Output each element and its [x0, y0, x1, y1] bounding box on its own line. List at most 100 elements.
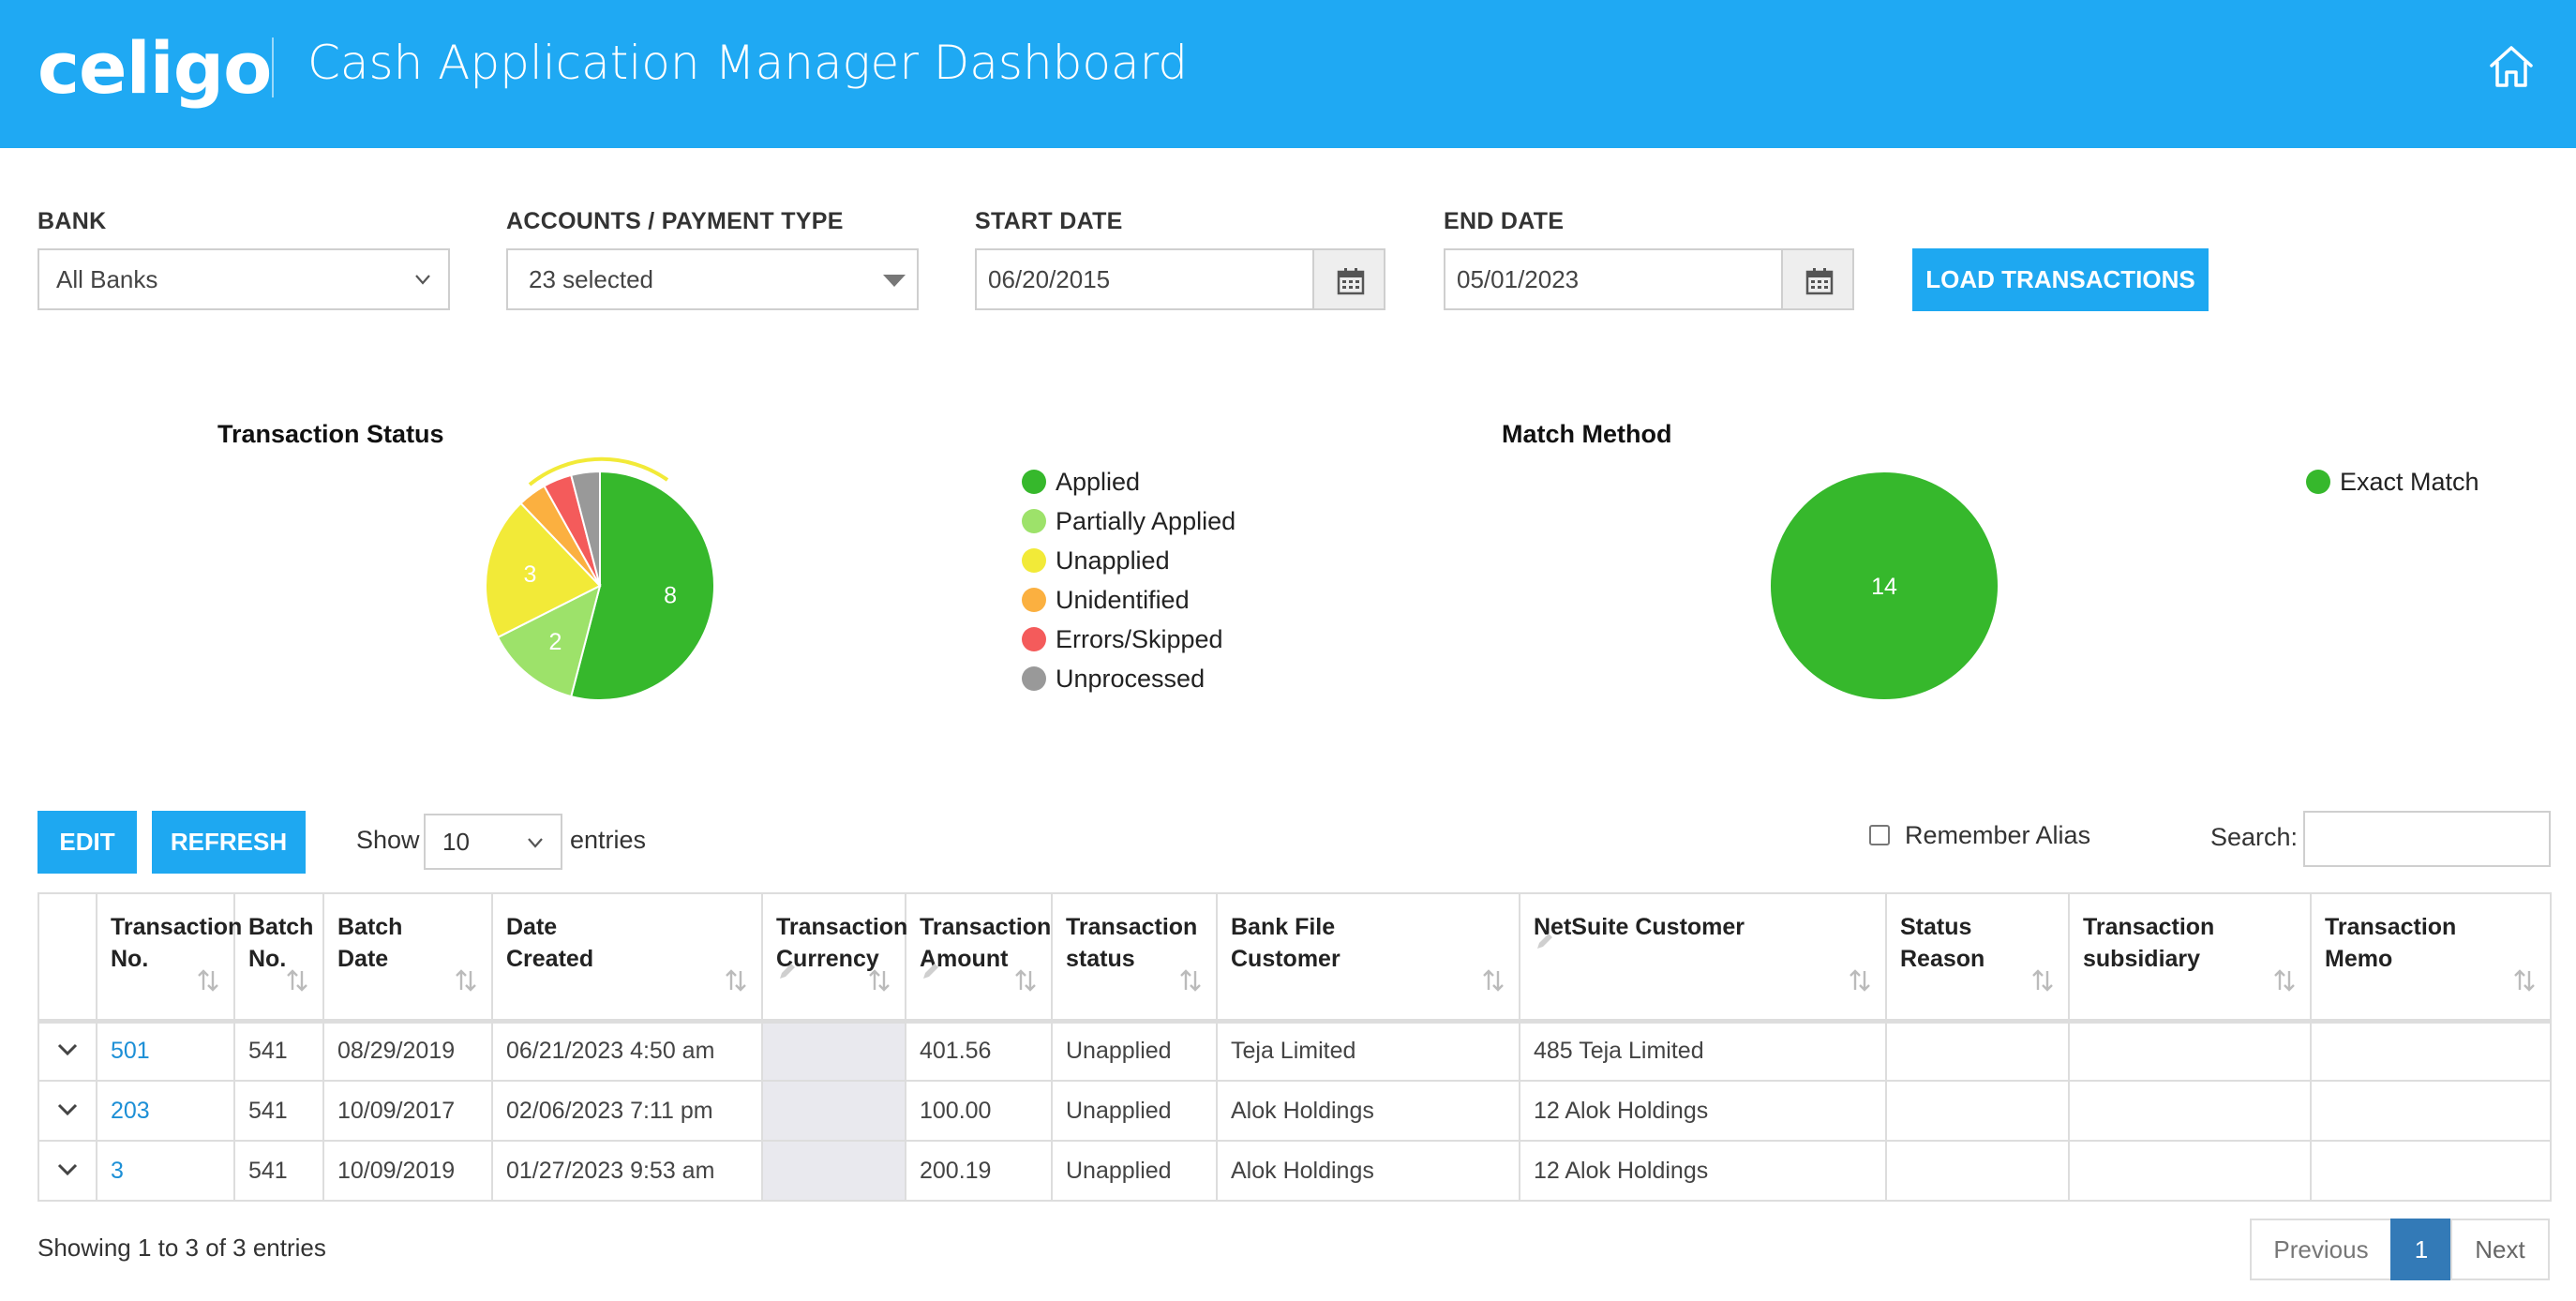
transaction-link[interactable]: 501 [111, 1038, 150, 1064]
expand-row-toggle[interactable] [37, 1140, 97, 1202]
end-date-label: END DATE [1444, 208, 1565, 234]
legend-dot [1022, 588, 1046, 612]
currency-cell[interactable] [761, 1140, 906, 1202]
accounts-multiselect[interactable]: 23 selected [506, 248, 919, 310]
bank-customer-cell: Alok Holdings [1216, 1080, 1520, 1142]
expand-row-toggle[interactable] [37, 1020, 97, 1082]
batch-no-cell: 541 [233, 1140, 324, 1202]
status-slice-label: 8 [664, 583, 677, 609]
col-date-created[interactable]: Date Created [491, 892, 763, 1024]
col-netsuite-customer[interactable]: NetSuite Customer [1519, 892, 1887, 1024]
entries-per-page-select[interactable]: 10 [424, 814, 562, 870]
col-transaction-no[interactable]: Transaction No. [96, 892, 242, 1024]
next-page-button[interactable]: Next [2450, 1219, 2550, 1280]
sort-icon[interactable] [1481, 967, 1505, 1002]
chevron-down-icon[interactable] [55, 1038, 80, 1064]
legend-dot [1022, 627, 1046, 651]
batch-date-cell: 08/29/2019 [322, 1020, 493, 1082]
col-transaction-memo[interactable]: Transaction Memo [2310, 892, 2552, 1024]
remember-alias-checkbox[interactable] [1869, 825, 1890, 845]
app-header: celigo Cash Application Manager Dashboar… [0, 0, 2576, 148]
amount-cell[interactable]: 200.19 [905, 1140, 1053, 1202]
search-input[interactable] [2303, 811, 2551, 867]
col-bank-file-customer[interactable]: Bank File Customer [1216, 892, 1520, 1024]
subsidiary-cell [2068, 1020, 2312, 1082]
transaction-link[interactable]: 203 [111, 1098, 150, 1124]
accounts-select-value: 23 selected [529, 265, 653, 293]
memo-cell [2310, 1020, 2552, 1082]
sort-icon[interactable] [1178, 967, 1203, 1002]
col-transaction-status[interactable]: Transaction status [1051, 892, 1218, 1024]
netsuite-customer-cell[interactable]: 12 Alok Holdings [1519, 1140, 1887, 1202]
end-date-input[interactable]: 05/01/2023 [1444, 248, 1783, 310]
load-transactions-button[interactable]: LOAD TRANSACTIONS [1912, 248, 2209, 311]
legend-label: Partially Applied [1056, 507, 1236, 535]
table-row: 501 541 08/29/2019 06/21/2023 4:50 am 40… [37, 1020, 2552, 1082]
col-batch-date[interactable]: Batch Date [322, 892, 493, 1024]
end-date-calendar-button[interactable] [1781, 248, 1854, 310]
currency-cell[interactable] [761, 1020, 906, 1082]
col-transaction-subsidiary[interactable]: Transaction subsidiary [2068, 892, 2312, 1024]
currency-cell[interactable] [761, 1080, 906, 1142]
legend-dot [2306, 470, 2330, 494]
legend-dot [1022, 548, 1046, 573]
bank-label: BANK [37, 208, 107, 234]
refresh-button[interactable]: REFRESH [152, 811, 306, 874]
showing-entries-text: Showing 1 to 3 of 3 entries [37, 1234, 326, 1262]
accounts-label: ACCOUNTS / PAYMENT TYPE [506, 208, 844, 234]
page-title: Cash Application Manager Dashboard [307, 36, 1189, 90]
sort-icon[interactable] [196, 967, 220, 1002]
amount-cell[interactable]: 401.56 [905, 1020, 1053, 1082]
col-transaction-amount[interactable]: Transaction Amount [905, 892, 1053, 1024]
transaction-link[interactable]: 3 [111, 1158, 124, 1184]
entries-label: entries [570, 826, 647, 854]
start-date-label: START DATE [975, 208, 1123, 234]
netsuite-customer-cell[interactable]: 12 Alok Holdings [1519, 1080, 1887, 1142]
netsuite-customer-cell[interactable]: 485 Teja Limited [1519, 1020, 1887, 1082]
batch-date-cell: 10/09/2017 [322, 1080, 493, 1142]
previous-page-button[interactable]: Previous [2250, 1219, 2392, 1280]
col-batch-no[interactable]: Batch No. [233, 892, 324, 1024]
start-date-input[interactable]: 06/20/2015 [975, 248, 1314, 310]
celigo-logo[interactable]: celigo [37, 26, 272, 110]
chevron-down-icon[interactable] [55, 1098, 80, 1124]
start-date-calendar-button[interactable] [1312, 248, 1385, 310]
amount-cell[interactable]: 100.00 [905, 1080, 1053, 1142]
sort-icon[interactable] [1013, 967, 1038, 1002]
legend-label: Unapplied [1056, 546, 1170, 575]
transactions-table: Transaction No. Batch No. Batch Date Date Cr… [37, 892, 2552, 1202]
sort-icon[interactable] [724, 967, 748, 1002]
batch-no-cell: 541 [233, 1080, 324, 1142]
subsidiary-cell [2068, 1080, 2312, 1142]
calendar-icon [1337, 268, 1365, 295]
home-icon[interactable] [2486, 41, 2537, 92]
page-1-button[interactable]: 1 [2390, 1219, 2452, 1280]
expand-row-toggle[interactable] [37, 1080, 97, 1142]
sort-icon[interactable] [2512, 967, 2537, 1002]
legend-label: Unidentified [1056, 586, 1190, 614]
edit-button[interactable]: EDIT [37, 811, 137, 874]
sort-icon[interactable] [454, 967, 478, 1002]
sort-icon[interactable] [2272, 967, 2297, 1002]
status-cell: Unapplied [1051, 1140, 1218, 1202]
status-slice-label: 2 [549, 629, 562, 655]
date-created-cell: 06/21/2023 4:50 am [491, 1020, 763, 1082]
legend-label: Errors/Skipped [1056, 625, 1223, 653]
col-transaction-currency[interactable]: Transaction Currency [761, 892, 907, 1024]
sort-icon[interactable] [1848, 967, 1872, 1002]
status-cell: Unapplied [1051, 1020, 1218, 1082]
status-reason-cell [1885, 1020, 2070, 1082]
sort-icon[interactable] [867, 967, 891, 1002]
bank-select[interactable]: All Banks [37, 248, 450, 310]
pencil-icon [920, 959, 942, 991]
chevron-down-icon[interactable] [55, 1158, 80, 1184]
memo-cell [2310, 1080, 2552, 1142]
show-label: Show [356, 826, 420, 854]
match-method-chart-title: Match Method [1502, 420, 1672, 448]
col-status-reason[interactable]: Status Reason [1885, 892, 2070, 1024]
sort-icon[interactable] [2030, 967, 2055, 1002]
sort-icon[interactable] [285, 967, 309, 1002]
header-divider [272, 37, 274, 97]
date-created-cell: 01/27/2023 9:53 am [491, 1140, 763, 1202]
match-slice-label: 14 [1871, 574, 1897, 600]
